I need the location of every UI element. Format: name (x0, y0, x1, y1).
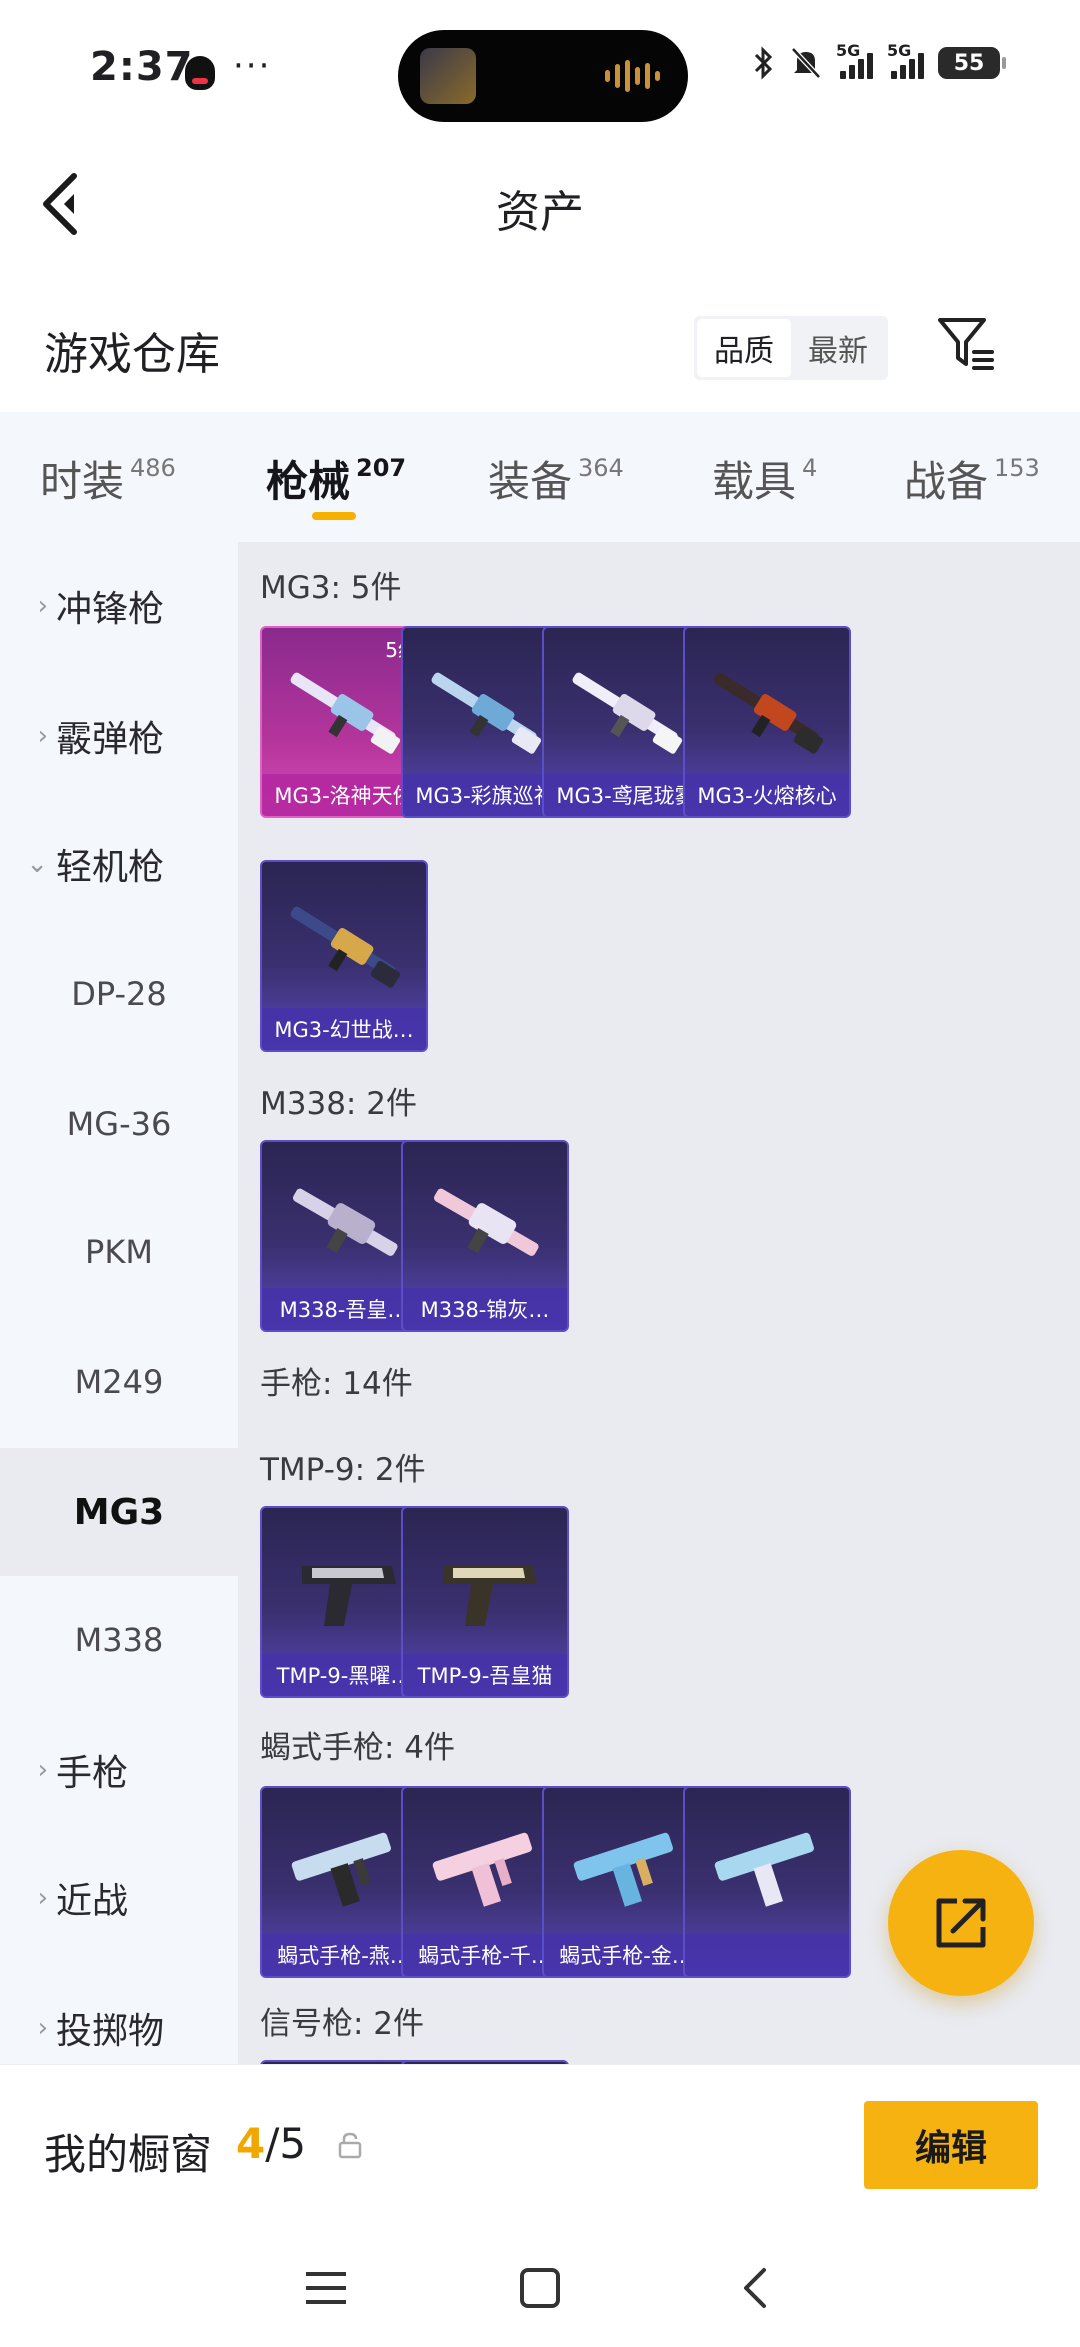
battery-icon: 55 (938, 47, 1006, 79)
chevron-right-icon: › (37, 1755, 48, 1785)
showcase-count: 4/5 (236, 2119, 307, 2168)
showcase-label: 我的橱窗 (44, 2130, 213, 2179)
signal-icon-2: 5G (887, 41, 924, 79)
share-button[interactable] (888, 1850, 1034, 1996)
item-card[interactable]: M338-锦灰… (401, 1140, 569, 1332)
sidebar-subitem-pkm[interactable]: PKM (0, 1188, 238, 1316)
sort-toggle[interactable]: 品质 最新 (694, 316, 888, 380)
tab-supplies[interactable]: 战备 153 (904, 448, 1040, 509)
lmg-icon (290, 906, 401, 988)
nav-back-icon[interactable] (726, 2258, 786, 2318)
group-label-m338: M338: 2件 (260, 1086, 417, 1122)
active-tab-indicator (312, 512, 356, 520)
system-nav-bar (0, 2226, 1080, 2347)
sidebar-item-shotgun[interactable]: › 霰弹枪 (0, 672, 238, 800)
dynamic-island[interactable] (398, 30, 688, 122)
group-label-mg3: MG3: 5件 (260, 570, 402, 606)
pistol-icon (432, 1832, 532, 1907)
pistol-icon (714, 1832, 814, 1907)
category-tabs: 时装 486 枪械 207 装备 364 载具 4 战备 153 (0, 412, 1080, 542)
sidebar-subitem-m249[interactable]: M249 (0, 1318, 238, 1446)
sidebar-item-pistol[interactable]: › 手枪 (0, 1706, 238, 1834)
chevron-right-icon: › (37, 2013, 48, 2043)
group-label-pistol: 手枪: 14件 (260, 1366, 413, 1402)
sidebar-subitem-mg36[interactable]: MG-36 (0, 1060, 238, 1188)
status-bar: 2:37 ··· 5G 5G 55 (0, 0, 1080, 140)
audio-wave-icon (605, 60, 660, 92)
menu-icon[interactable] (296, 2258, 356, 2318)
bluetooth-icon (754, 46, 773, 80)
lock-icon (338, 2132, 362, 2159)
tab-equipment[interactable]: 装备 364 (488, 448, 624, 509)
sidebar-item-lmg[interactable]: ⌄ 轻机枪 (0, 800, 238, 928)
sidebar: › 冲锋枪 › 霰弹枪 ⌄ 轻机枪 DP-28 MG-36 PKM M249 M… (0, 542, 238, 2064)
external-link-icon (936, 1898, 986, 1948)
sidebar-item-smg[interactable]: › 冲锋枪 (0, 542, 238, 670)
tab-firearms[interactable]: 枪械 207 (266, 448, 406, 509)
sidebar-subitem-dp28[interactable]: DP-28 (0, 930, 238, 1058)
mute-bell-icon (791, 47, 821, 79)
sidebar-subitem-mg3[interactable]: MG3 (0, 1448, 238, 1576)
showcase-bar: 我的橱窗 4/5 编辑 (0, 2064, 1080, 2226)
status-more: ··· (233, 46, 272, 86)
edit-button[interactable]: 编辑 (864, 2101, 1038, 2189)
group-label-scorpion: 蝎式手枪: 4件 (260, 1730, 456, 1766)
page-title: 资产 (496, 187, 584, 238)
group-label-tmp9: TMP-9: 2件 (260, 1452, 426, 1488)
lmg-icon (572, 672, 683, 754)
item-card[interactable]: MG3-火熔核心 (683, 626, 851, 818)
filter-icon[interactable] (934, 312, 998, 376)
lmg-icon (713, 672, 824, 754)
group-label-flare: 信号枪: 2件 (260, 2006, 425, 2042)
sidebar-subitem-m338[interactable]: M338 (0, 1576, 238, 1704)
status-icons: 5G 5G 55 (752, 41, 1006, 80)
pistol-icon (291, 1832, 391, 1907)
tab-vehicles[interactable]: 载具 4 (712, 448, 817, 509)
chevron-down-icon: ⌄ (26, 849, 48, 879)
pistol-icon (573, 1832, 673, 1907)
chevron-right-icon: › (37, 721, 48, 751)
smg-icon (443, 1566, 537, 1626)
item-grid: MG3: 5件 5级 MG3-洛神天依 MG3-彩旗巡礼 MG3-鸢尾珑雾 MG… (238, 542, 1080, 2064)
item-card[interactable]: TMP-9-吾皇猫 (401, 1506, 569, 1698)
sidebar-item-melee[interactable]: › 近战 (0, 1834, 238, 1962)
sort-newest-button[interactable]: 最新 (791, 319, 885, 377)
media-thumbnail (420, 48, 476, 104)
item-card[interactable]: MG3-幻世战… (260, 860, 428, 1052)
lmg-icon (431, 672, 542, 754)
sort-quality-button[interactable]: 品质 (697, 319, 791, 377)
chevron-right-icon: › (37, 591, 48, 621)
signal-icon-1: 5G (836, 41, 873, 79)
rifle-icon (293, 1188, 398, 1256)
status-time: 2:37 (90, 44, 194, 90)
lmg-icon (290, 672, 401, 754)
qq-icon (185, 56, 215, 90)
smg-icon (302, 1566, 396, 1626)
home-icon[interactable] (510, 2258, 570, 2318)
item-card[interactable] (683, 1786, 851, 1978)
tab-fashion[interactable]: 时装 486 (40, 448, 176, 509)
warehouse-title: 游戏仓库 (44, 329, 220, 380)
chevron-right-icon: › (37, 1883, 48, 1913)
rifle-icon (434, 1188, 539, 1256)
